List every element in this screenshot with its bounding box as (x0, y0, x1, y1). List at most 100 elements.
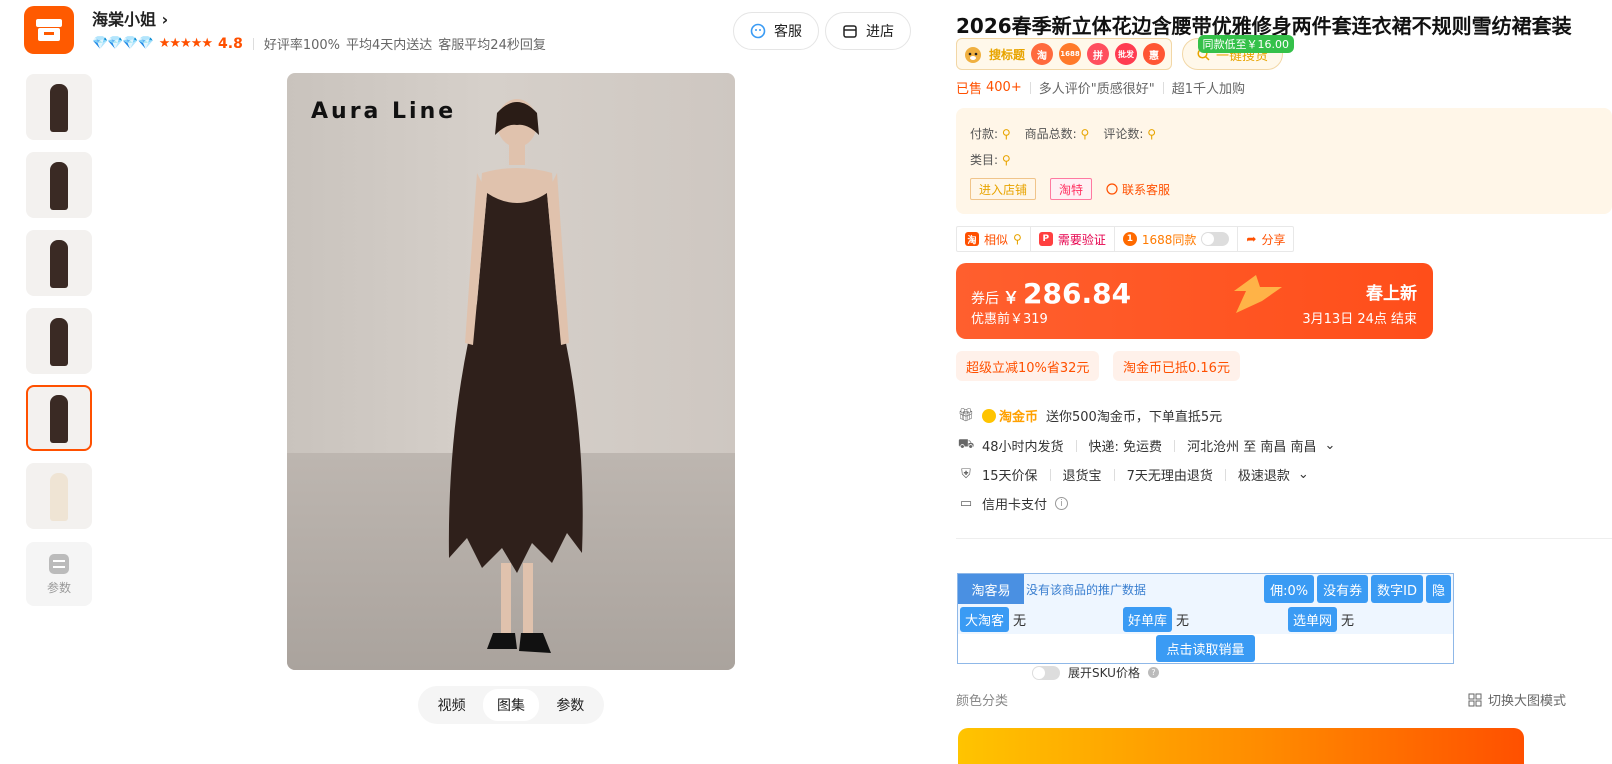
taokeyi-brand[interactable]: 淘客易 (958, 574, 1024, 604)
product-info-box: 付款: ⚲ 商品总数: ⚲ 评论数: ⚲ 类目: ⚲ 进入店铺 淘特 联系客服 (956, 108, 1612, 214)
coin-icon (982, 408, 996, 423)
taobao-icon[interactable]: 淘 (1031, 43, 1054, 65)
payment-row: ▭ 信用卡支付 i (958, 494, 1069, 513)
gallery-thumb[interactable] (26, 152, 92, 218)
pinduoduo-icon[interactable]: 拼 (1087, 43, 1110, 65)
message-icon (1106, 183, 1118, 195)
xuandan-tag[interactable]: 选单网 (1288, 606, 1338, 632)
coupon-tag[interactable]: 超级立减10%省32元 (956, 351, 1100, 381)
enter-shop-button[interactable]: 进店 (825, 12, 911, 50)
share-tool[interactable]: ➦ 分享 (1238, 227, 1293, 251)
taobao-icon: 淘 (965, 232, 979, 246)
gallery-thumb[interactable] (26, 230, 92, 296)
category-field: 类目: ⚲ (970, 153, 1011, 167)
search-icon[interactable]: ⚲ (1002, 127, 1011, 141)
main-product-image[interactable]: Aura Line (287, 73, 735, 670)
shop-logo[interactable] (24, 6, 74, 54)
coupon-tag[interactable]: 淘金币已抵0.16元 (1113, 351, 1240, 381)
verify-tool[interactable]: P 需要验证 (1031, 227, 1115, 251)
hide-button[interactable]: 隐 (1425, 575, 1451, 603)
shop-stats: 💎💎💎💎 ★★★★★ 4.8 好评率100% 平均4天内送达 客服平均24秒回复 (92, 34, 546, 54)
1688-icon: 1 (1122, 232, 1137, 246)
gallery-thumb[interactable] (26, 74, 92, 140)
discount-icon[interactable]: 惠 (1143, 43, 1166, 65)
lowest-price-badge: 同款低至￥16.00 (1197, 35, 1295, 53)
haodanku-tag[interactable]: 好单库 (1123, 606, 1173, 632)
price-guarantee: 15天价保 (982, 469, 1038, 484)
switch-view-mode[interactable]: 切换大图模式 (1468, 690, 1566, 709)
diamond-rank-icon: 💎💎💎💎 (92, 36, 154, 51)
tab-params[interactable]: 参数 (542, 689, 598, 721)
customer-service-button[interactable]: 客服 (733, 12, 819, 50)
tab-video[interactable]: 视频 (424, 689, 480, 721)
truck-icon: ⛟ (957, 437, 975, 452)
search-icon[interactable]: ⚲ (1002, 153, 1011, 167)
search-icon[interactable]: ⚲ (1147, 127, 1156, 141)
gallery-thumb[interactable] (26, 308, 92, 374)
pdd-icon: P (1038, 232, 1053, 246)
shipping-row[interactable]: ⛟ 48小时内发货 快递: 免运费 河北沧州 至 南昌 南昌 ⌄ (957, 436, 1336, 455)
share-icon: ➦ (1246, 232, 1257, 246)
dog-icon (965, 47, 981, 63)
chevron-right-icon: › (161, 10, 169, 29)
shop-name-link[interactable]: 海棠小姐 › (92, 6, 168, 30)
coin-text: 送你500淘金币，下单直抵5元 (1046, 410, 1223, 425)
sku-price-toggle[interactable] (1032, 665, 1060, 680)
after-coupon-label: 券后 (971, 291, 999, 307)
expand-sku-label: 展开SKU价格 (1068, 666, 1140, 680)
gallery-thumb[interactable] (26, 463, 92, 529)
guarantee-row[interactable]: ⛨ 15天价保 退货宝 7天无理由退货 极速退款 ⌄ (958, 465, 1309, 484)
help-icon[interactable]: ? (1147, 667, 1159, 678)
color-category-label: 颜色分类 (956, 694, 1009, 709)
enter-label: 进店 (866, 24, 894, 40)
tab-gallery[interactable]: 图集 (482, 689, 539, 721)
sku-selector-bar[interactable] (958, 728, 1524, 764)
similar-tool[interactable]: 淘 相似 ⚲ (957, 227, 1031, 251)
ship-fee: 快递: 免运费 (1088, 440, 1163, 455)
params-thumb[interactable]: 参数 (26, 542, 92, 606)
wholesale-icon[interactable]: 批发 (1115, 43, 1138, 65)
promo-end: 3月13日 24点 结束 (1302, 312, 1417, 327)
no-coupon-button[interactable]: 没有券 (1317, 575, 1369, 603)
dataoke-tag[interactable]: 大淘客 (960, 606, 1010, 632)
final-price: 286.84 (1023, 277, 1132, 310)
chat-face-icon (750, 23, 766, 39)
good-rate: 好评率100% (263, 38, 341, 53)
pay-field: 付款: ⚲ (970, 127, 1011, 141)
same-1688-toggle[interactable] (1201, 232, 1230, 246)
contact-service-link[interactable]: 联系客服 (1106, 181, 1170, 198)
return-insurance: 退货宝 (1062, 469, 1102, 484)
search-icon: ⚲ (1013, 232, 1022, 246)
grid-icon (1468, 693, 1482, 706)
enter-shop-link[interactable]: 进入店铺 (970, 178, 1037, 200)
commission-button[interactable]: 佣:0% (1264, 575, 1315, 603)
cart-count: 超1千人加购 (1171, 82, 1245, 97)
same-1688-tool[interactable]: 1 1688同款 (1115, 227, 1239, 251)
xuandan-value: 无 (1341, 613, 1355, 629)
params-label: 参数 (46, 580, 71, 595)
star-rating-icon: ★★★★★ (158, 36, 213, 51)
search-title-plugin[interactable]: 搜标题 淘 1688 拼 批发 惠 (956, 38, 1173, 70)
shop-name: 海棠小姐 (92, 10, 157, 29)
info-icon[interactable]: i (1055, 497, 1069, 510)
fast-refund: 极速退款 (1237, 469, 1290, 484)
search-icon[interactable]: ⚲ (1081, 127, 1090, 141)
read-sales-button[interactable]: 点击读取销量 (1156, 635, 1255, 662)
gallery-thumb-active[interactable] (26, 385, 92, 451)
ship-route: 河北沧州 至 南昌 南昌 (1187, 440, 1317, 455)
credit-card-icon: ▭ (959, 496, 973, 511)
taote-button[interactable]: 淘特 (1050, 178, 1093, 200)
1688-icon[interactable]: 1688 (1059, 43, 1082, 65)
tool-row: 淘 相似 ⚲ P 需要验证 1 1688同款 ➦ 分享 (956, 226, 1295, 252)
coin-brand: 淘金币 (982, 406, 1038, 425)
sale-arrow-icon (1234, 275, 1282, 313)
sku-price-toggle-row[interactable]: 展开SKU价格 ? (1032, 664, 1159, 681)
sales-line: 已售 400+ 多人评价"质感很好" 超1千人加购 (956, 78, 1245, 97)
delivery-time: 平均4天内送达 (346, 38, 433, 53)
one-click-search-button[interactable]: 一键搜货 同款低至￥16.00 (1182, 35, 1295, 70)
sliders-icon (49, 553, 69, 574)
gallery-tabs: 视频 图集 参数 (418, 686, 604, 724)
no-reason-return: 7天无理由退货 (1126, 469, 1213, 484)
shop-rating: 4.8 (218, 35, 243, 52)
digital-id-button[interactable]: 数字ID (1371, 575, 1423, 603)
